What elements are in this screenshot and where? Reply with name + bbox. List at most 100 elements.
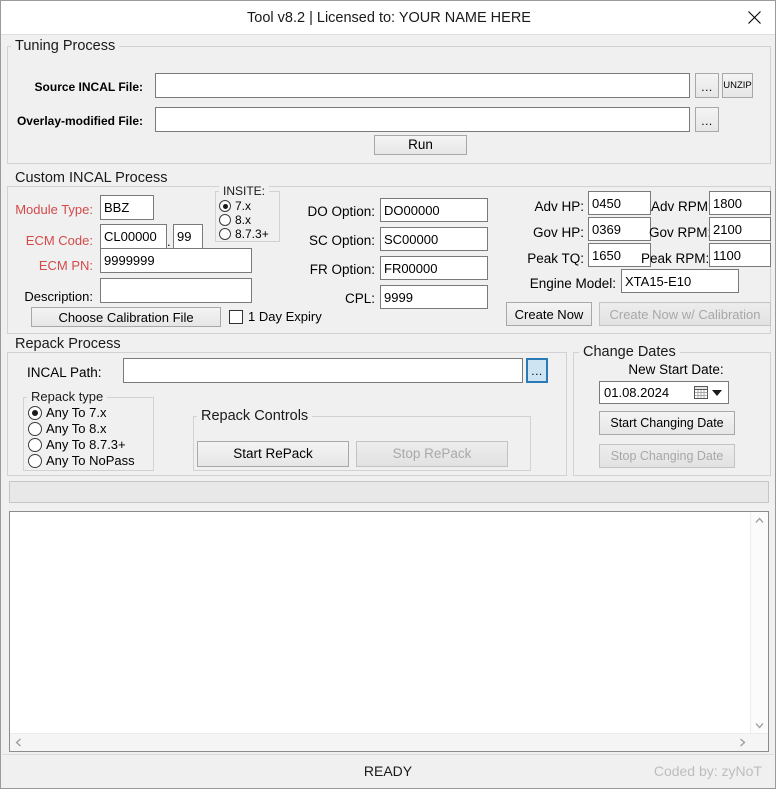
stop-repack-button[interactable]: Stop RePack bbox=[356, 441, 508, 467]
new-start-date-picker[interactable]: 01.08.2024 bbox=[599, 381, 729, 404]
progress-bar bbox=[9, 481, 769, 503]
new-start-date-label: New Start Date: bbox=[628, 362, 724, 377]
radio-indicator bbox=[28, 453, 42, 468]
do-option-label: DO Option: bbox=[307, 204, 375, 219]
one-day-expiry-checkbox[interactable]: 1 Day Expiry bbox=[229, 309, 322, 324]
calendar-icon bbox=[694, 385, 709, 400]
scroll-down-button[interactable] bbox=[751, 717, 768, 734]
tuning-process-title: Tuning Process bbox=[11, 38, 120, 54]
credit-text: Coded by: zyNoT bbox=[653, 763, 762, 779]
log-horizontal-scrollbar[interactable] bbox=[10, 733, 768, 751]
gov-rpm-input[interactable] bbox=[709, 217, 771, 241]
description-input[interactable] bbox=[100, 278, 252, 303]
gov-rpm-label: Gov RPM: bbox=[649, 225, 712, 240]
radio-indicator bbox=[28, 421, 42, 436]
ecm-code-input[interactable] bbox=[100, 224, 167, 249]
chevron-up-icon bbox=[755, 517, 764, 523]
repack-type-any-to-873plus[interactable]: Any To 8.7.3+ bbox=[28, 437, 126, 452]
create-now-button[interactable]: Create Now bbox=[506, 302, 592, 326]
module-type-label: Module Type: bbox=[15, 202, 93, 217]
new-start-date-value: 01.08.2024 bbox=[604, 385, 670, 400]
ecm-code-separator: . bbox=[167, 234, 171, 249]
repack-type-any-to-7x[interactable]: Any To 7.x bbox=[28, 405, 106, 420]
log-text-area[interactable] bbox=[10, 512, 751, 734]
insite-group-title: INSITE: bbox=[219, 184, 270, 198]
custom-incal-process-title: Custom INCAL Process bbox=[11, 170, 172, 186]
ecm-code-label: ECM Code: bbox=[25, 233, 93, 248]
ecm-pn-label: ECM PN: bbox=[38, 258, 93, 273]
chevron-down-icon bbox=[755, 723, 764, 729]
close-window-button[interactable] bbox=[731, 1, 775, 34]
unzip-button[interactable]: UNZIP bbox=[722, 73, 753, 98]
insite-option-label: 7.x bbox=[235, 199, 252, 213]
gov-hp-input[interactable] bbox=[588, 217, 651, 241]
incal-path-input[interactable] bbox=[123, 358, 523, 383]
scroll-right-button[interactable] bbox=[734, 734, 751, 751]
insite-option-873plus[interactable]: 8.7.3+ bbox=[219, 227, 269, 241]
overlay-modified-file-input[interactable] bbox=[155, 107, 690, 132]
chevron-right-icon bbox=[740, 738, 746, 747]
window-title: Tool v8.2 | Licensed to: YOUR NAME HERE bbox=[247, 10, 531, 26]
repack-type-title: Repack type bbox=[27, 389, 108, 404]
incal-path-label: INCAL Path: bbox=[27, 365, 102, 380]
peak-tq-label: Peak TQ: bbox=[527, 251, 584, 266]
title-bar: Tool v8.2 | Licensed to: YOUR NAME HERE bbox=[1, 1, 775, 35]
incal-path-browse-button[interactable]: ... bbox=[526, 358, 548, 383]
description-label: Description: bbox=[24, 289, 93, 304]
checkbox-box bbox=[229, 309, 243, 324]
stop-changing-date-button[interactable]: Stop Changing Date bbox=[599, 444, 735, 468]
repack-process-title: Repack Process bbox=[11, 336, 125, 352]
ecm-pn-input[interactable] bbox=[100, 248, 252, 273]
adv-hp-input[interactable] bbox=[588, 191, 651, 215]
radio-indicator bbox=[219, 214, 231, 226]
scroll-left-button[interactable] bbox=[10, 734, 27, 751]
overlay-browse-button[interactable]: ... bbox=[695, 107, 719, 132]
app-window: Tool v8.2 | Licensed to: YOUR NAME HERE … bbox=[0, 0, 776, 789]
close-icon bbox=[747, 11, 761, 24]
repack-controls-title: Repack Controls bbox=[197, 408, 313, 424]
radio-indicator bbox=[219, 200, 231, 212]
insite-option-8x[interactable]: 8.x bbox=[219, 213, 251, 227]
radio-indicator bbox=[28, 437, 42, 452]
module-type-input[interactable] bbox=[100, 195, 154, 220]
sc-option-input[interactable] bbox=[380, 227, 488, 251]
insite-option-7x[interactable]: 7.x bbox=[219, 199, 251, 213]
insite-option-label: 8.7.3+ bbox=[235, 227, 269, 241]
source-incal-file-input[interactable] bbox=[155, 73, 690, 98]
adv-hp-label: Adv HP: bbox=[534, 199, 584, 214]
choose-calibration-file-button[interactable]: Choose Calibration File bbox=[31, 307, 221, 327]
repack-type-label: Any To 8.7.3+ bbox=[46, 437, 126, 452]
fr-option-input[interactable] bbox=[380, 256, 488, 280]
do-option-input[interactable] bbox=[380, 198, 488, 222]
start-repack-button[interactable]: Start RePack bbox=[197, 441, 349, 467]
peak-rpm-label: Peak RPM: bbox=[641, 251, 710, 266]
gov-hp-label: Gov HP: bbox=[532, 225, 584, 240]
insite-option-label: 8.x bbox=[235, 213, 252, 227]
repack-type-any-to-nopass[interactable]: Any To NoPass bbox=[28, 453, 135, 468]
repack-type-any-to-8x[interactable]: Any To 8.x bbox=[28, 421, 106, 436]
scroll-up-button[interactable] bbox=[751, 512, 768, 529]
engine-model-input[interactable] bbox=[621, 269, 739, 293]
repack-type-label: Any To 8.x bbox=[46, 421, 107, 436]
create-now-with-calibration-button[interactable]: Create Now w/ Calibration bbox=[599, 302, 771, 326]
adv-rpm-input[interactable] bbox=[709, 191, 771, 215]
one-day-expiry-label: 1 Day Expiry bbox=[248, 309, 322, 324]
cpl-label: CPL: bbox=[344, 291, 375, 306]
repack-type-label: Any To NoPass bbox=[46, 453, 135, 468]
chevron-down-icon bbox=[712, 389, 722, 396]
fr-option-label: FR Option: bbox=[309, 262, 375, 277]
ecm-code-suffix-input[interactable] bbox=[173, 224, 203, 249]
start-changing-date-button[interactable]: Start Changing Date bbox=[599, 411, 735, 435]
repack-type-label: Any To 7.x bbox=[46, 405, 107, 420]
radio-indicator bbox=[219, 228, 231, 240]
peak-rpm-input[interactable] bbox=[709, 243, 771, 267]
engine-model-label: Engine Model: bbox=[529, 276, 616, 291]
source-browse-button[interactable]: ... bbox=[695, 73, 719, 98]
log-vertical-scrollbar[interactable] bbox=[750, 512, 768, 734]
log-output-box[interactable] bbox=[9, 511, 769, 752]
radio-indicator bbox=[28, 405, 42, 420]
run-button[interactable]: Run bbox=[374, 135, 467, 155]
chevron-left-icon bbox=[15, 738, 21, 747]
cpl-input[interactable] bbox=[380, 285, 488, 309]
change-dates-title: Change Dates bbox=[579, 344, 680, 360]
